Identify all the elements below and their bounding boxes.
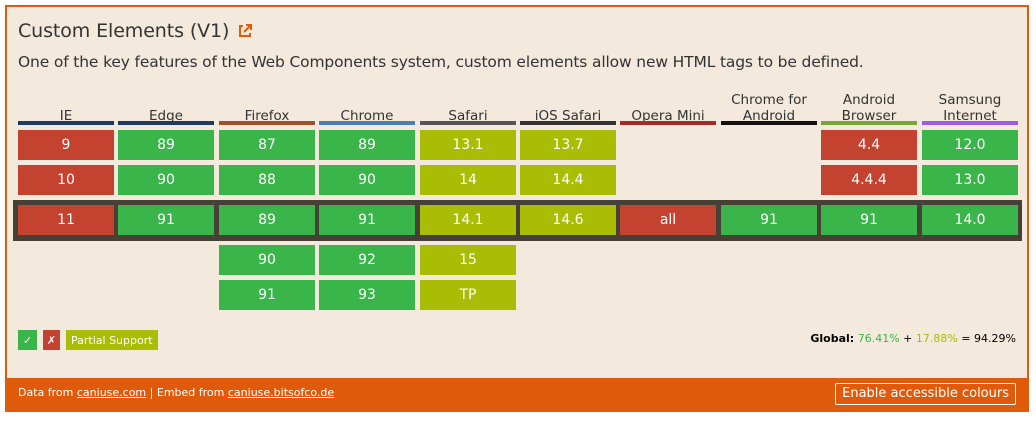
browser-color-bar bbox=[118, 121, 214, 125]
version-cell[interactable]: 90 bbox=[219, 245, 315, 275]
version-cell[interactable]: 14.4 bbox=[520, 165, 616, 195]
footer-separator: | bbox=[149, 386, 154, 399]
version-cell[interactable]: 4.4.4 bbox=[821, 165, 917, 195]
version-cell[interactable]: 14.6 bbox=[520, 205, 616, 235]
data-from-text: Data from bbox=[18, 386, 74, 399]
bitsofco-link[interactable]: caniuse.bitsofco.de bbox=[228, 386, 334, 399]
browser-color-bar bbox=[620, 121, 716, 125]
version-cell[interactable]: 13.1 bbox=[420, 130, 516, 160]
global-plus: + bbox=[903, 332, 913, 345]
browser-header-firefox: Firefox bbox=[244, 108, 290, 124]
version-cell[interactable]: all bbox=[620, 205, 716, 235]
feature-description: One of the key features of the Web Compo… bbox=[18, 53, 864, 71]
version-cell[interactable]: 91 bbox=[118, 205, 214, 235]
browser-header-android-browser: Android Browser bbox=[841, 92, 897, 124]
legend: ✓ ✗ Partial Support bbox=[18, 330, 158, 350]
feature-title: Custom Elements (V1) bbox=[18, 20, 230, 42]
browser-color-bar bbox=[219, 121, 315, 125]
legend-supported: ✓ bbox=[18, 330, 37, 350]
browser-color-bar bbox=[319, 121, 415, 125]
external-link-icon[interactable] bbox=[237, 23, 253, 39]
browser-color-bar bbox=[18, 121, 114, 125]
version-cell[interactable]: 11 bbox=[18, 205, 114, 235]
version-cell[interactable]: 91 bbox=[721, 205, 817, 235]
legend-unsupported: ✗ bbox=[43, 330, 60, 350]
version-cell[interactable]: TP bbox=[420, 280, 516, 310]
footer-bar: Data from caniuse.com | Embed from caniu… bbox=[7, 378, 1027, 410]
browser-color-bar bbox=[922, 121, 1018, 125]
version-cell[interactable]: 92 bbox=[319, 245, 415, 275]
version-cell[interactable]: 14 bbox=[420, 165, 516, 195]
version-cell[interactable]: 90 bbox=[319, 165, 415, 195]
global-equals: = bbox=[961, 332, 971, 345]
embed-from-text: Embed from bbox=[156, 386, 225, 399]
version-cell[interactable]: 89 bbox=[219, 205, 315, 235]
browser-header-ios-safari: iOS Safari bbox=[534, 108, 602, 124]
version-cell[interactable]: 87 bbox=[219, 130, 315, 160]
version-cell[interactable]: 89 bbox=[118, 130, 214, 160]
global-label: Global: bbox=[810, 332, 855, 345]
version-cell[interactable]: 9 bbox=[18, 130, 114, 160]
version-cell[interactable]: 13.7 bbox=[520, 130, 616, 160]
global-total: 94.29% bbox=[974, 332, 1016, 345]
browser-header-samsung-internet: Samsung Internet bbox=[938, 92, 1002, 124]
version-cell[interactable]: 90 bbox=[118, 165, 214, 195]
version-cell[interactable]: 15 bbox=[420, 245, 516, 275]
browser-header-chrome-for-android: Chrome for Android bbox=[731, 92, 807, 124]
version-cell[interactable]: 89 bbox=[319, 130, 415, 160]
browser-color-bar bbox=[520, 121, 616, 125]
legend-partial: Partial Support bbox=[66, 330, 158, 350]
version-cell[interactable]: 93 bbox=[319, 280, 415, 310]
caniuse-link[interactable]: caniuse.com bbox=[77, 386, 146, 399]
browser-color-bar bbox=[721, 121, 817, 125]
browser-header-chrome: Chrome bbox=[340, 108, 394, 124]
version-cell[interactable]: 91 bbox=[821, 205, 917, 235]
caniuse-embed: Custom Elements (V1) One of the key feat… bbox=[5, 5, 1029, 412]
browser-color-bar bbox=[420, 121, 516, 125]
browser-header-safari: Safari bbox=[448, 108, 488, 124]
browser-header-edge: Edge bbox=[149, 108, 183, 124]
version-cell[interactable]: 4.4 bbox=[821, 130, 917, 160]
version-cell[interactable]: 14.1 bbox=[420, 205, 516, 235]
global-partial-support: 17.88% bbox=[915, 332, 958, 345]
version-cell[interactable]: 14.0 bbox=[922, 205, 1018, 235]
version-cell[interactable]: 91 bbox=[219, 280, 315, 310]
global-usage: Global: 76.41% + 17.88% = 94.29% bbox=[810, 332, 1016, 345]
version-cell[interactable]: 13.0 bbox=[922, 165, 1018, 195]
footer-source: Data from caniuse.com | Embed from caniu… bbox=[18, 386, 334, 399]
version-cell[interactable]: 88 bbox=[219, 165, 315, 195]
browser-header-opera-mini: Opera Mini bbox=[631, 108, 705, 124]
accessible-colours-button[interactable]: Enable accessible colours bbox=[835, 383, 1016, 405]
browser-header-ie: IE bbox=[59, 108, 73, 124]
version-cell[interactable]: 91 bbox=[319, 205, 415, 235]
version-cell[interactable]: 10 bbox=[18, 165, 114, 195]
global-full-support: 76.41% bbox=[857, 332, 900, 345]
browser-color-bar bbox=[821, 121, 917, 125]
version-cell[interactable]: 12.0 bbox=[922, 130, 1018, 160]
feature-header: Custom Elements (V1) bbox=[18, 20, 253, 42]
